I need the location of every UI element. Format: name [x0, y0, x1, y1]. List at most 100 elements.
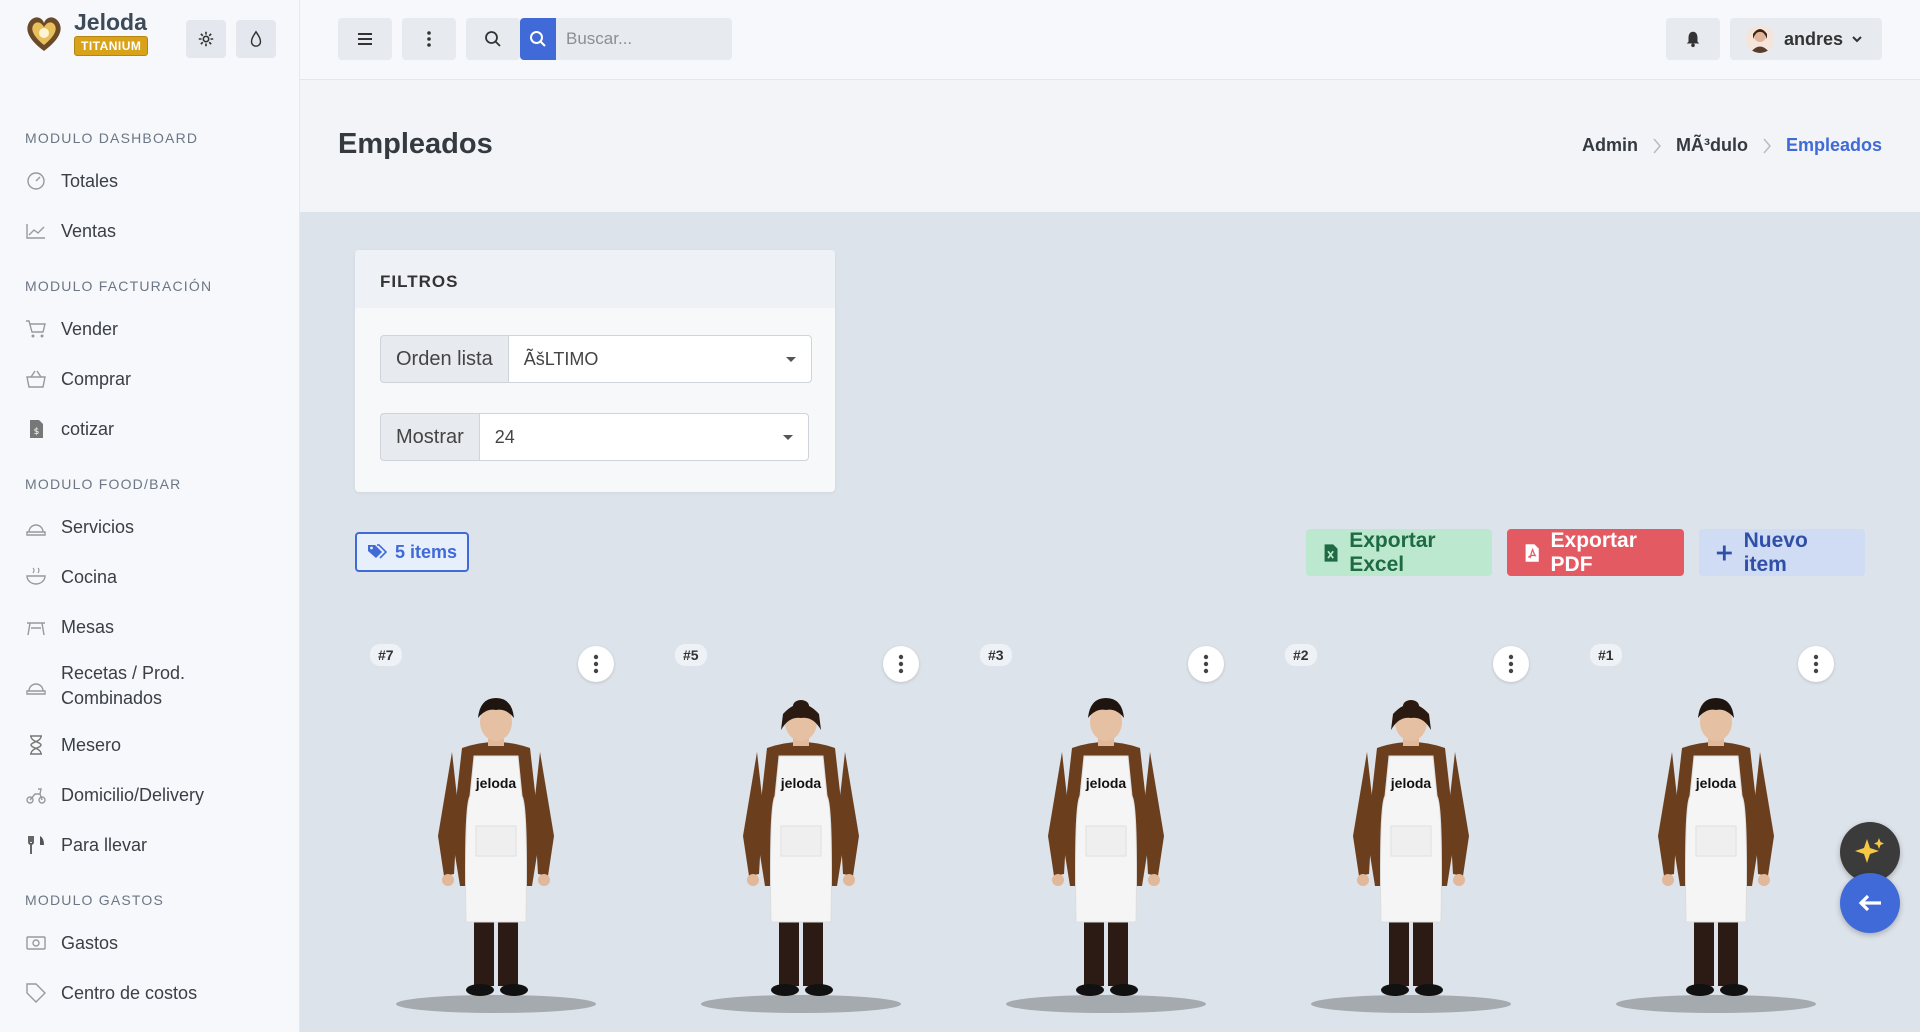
search-icon: [485, 31, 501, 47]
sidebar-item-ventas[interactable]: Ventas: [0, 206, 299, 256]
invoice-icon: $: [30, 420, 43, 438]
search-submit-button[interactable]: [520, 18, 556, 60]
svg-text:jeloda: jeloda: [1085, 775, 1127, 791]
notifications-button[interactable]: [1666, 18, 1720, 60]
employee-card[interactable]: #5 jeloda: [663, 636, 943, 1032]
chevron-down-icon: [1852, 36, 1862, 43]
card-options-button[interactable]: [578, 646, 614, 682]
sparkles-icon: [1855, 838, 1884, 863]
hamburger-icon: [358, 33, 372, 45]
employee-photo[interactable]: jeloda: [396, 686, 596, 1016]
employee-photo[interactable]: jeloda: [1616, 686, 1816, 1016]
sidebar-item-para-llevar[interactable]: Para llevar: [0, 820, 299, 870]
sidebar-item-centro-costos[interactable]: Centro de costos: [0, 968, 299, 1018]
employee-photo[interactable]: jeloda: [1006, 686, 1206, 1016]
utensils-icon: [28, 836, 44, 854]
employee-card[interactable]: #2 jeloda: [1273, 636, 1553, 1032]
section-gastos: MODULO GASTOS: [25, 892, 165, 908]
menu-toggle-button[interactable]: [338, 18, 392, 60]
export-pdf-label: Exportar PDF: [1550, 528, 1637, 576]
export-excel-button[interactable]: Exportar Excel: [1306, 529, 1492, 576]
sidebar-item-vender[interactable]: Vender: [0, 304, 299, 354]
gauge-icon: [27, 172, 45, 190]
service-icon: [26, 524, 46, 536]
sidebar-item-domicilio[interactable]: Domicilio/Delivery: [0, 770, 299, 820]
arrow-left-icon: [1858, 894, 1881, 912]
search-icon: [530, 31, 546, 47]
table-icon: [27, 622, 45, 636]
breadcrumb: Admin MÃ³dulo Empleados: [1582, 135, 1882, 156]
section-dashboard: MODULO DASHBOARD: [25, 130, 199, 146]
show-select[interactable]: 24: [478, 413, 809, 461]
card-options-button[interactable]: [883, 646, 919, 682]
sidebar-item-totales[interactable]: Totales: [0, 156, 299, 206]
svg-text:jeloda: jeloda: [1695, 775, 1737, 791]
back-button[interactable]: [1840, 873, 1900, 933]
employee-id: #7: [370, 644, 402, 666]
sidebar-item-gastos[interactable]: Gastos: [0, 918, 299, 968]
search-input[interactable]: [556, 18, 732, 60]
sidebar-item-comprar[interactable]: Comprar: [0, 354, 299, 404]
search-toggle-button[interactable]: [466, 18, 520, 60]
sidebar-item-label: Gastos: [61, 932, 119, 953]
bowl-icon: [26, 567, 46, 585]
chevron-right-icon: [1763, 138, 1771, 153]
topbar: andres: [300, 0, 1920, 80]
search-box: [520, 18, 732, 60]
theme-button[interactable]: [236, 20, 276, 58]
sidebar-item-label: Servicios: [61, 516, 135, 537]
card-options-button[interactable]: [1798, 646, 1834, 682]
employee-id: #1: [1590, 644, 1622, 666]
user-menu-button[interactable]: andres: [1730, 18, 1882, 60]
employee-photo[interactable]: jeloda: [701, 686, 901, 1016]
filters-title: FILTROS: [355, 250, 835, 308]
user-avatar-icon: [1746, 25, 1774, 53]
sidebar-nav: MODULO DASHBOARD Totales Ventas MODULO F…: [0, 130, 299, 1018]
file-pdf-icon: [1525, 543, 1539, 562]
sidebar-item-cocina[interactable]: Cocina: [0, 552, 299, 602]
sidebar-item-servicios[interactable]: Servicios: [0, 502, 299, 552]
card-options-button[interactable]: [1493, 646, 1529, 682]
more-options-button[interactable]: [402, 18, 456, 60]
employee-card[interactable]: #3 jeloda: [968, 636, 1248, 1032]
sidebar-item-mesas[interactable]: Mesas: [0, 602, 299, 652]
sidebar-item-label: Ventas: [61, 220, 117, 241]
chart-line-icon: [26, 224, 45, 239]
bell-icon: [1686, 31, 1700, 48]
sidebar-item-label: cotizar: [61, 418, 115, 439]
card-options-button[interactable]: [1188, 646, 1224, 682]
employee-photo[interactable]: jeloda: [1311, 686, 1511, 1016]
page-title: Empleados: [338, 128, 493, 160]
vertical-dots-icon: [427, 31, 431, 47]
svg-text:jeloda: jeloda: [780, 775, 822, 791]
vertical-dots-icon: [1203, 654, 1209, 674]
caret-down-icon: [785, 356, 796, 362]
order-filter: Orden lista ÃšLTIMO: [380, 335, 812, 383]
settings-button[interactable]: [186, 20, 226, 58]
new-item-button[interactable]: Nuevo item: [1699, 529, 1865, 576]
sidebar-item-recetas[interactable]: Recetas / Prod. Combinados: [0, 652, 299, 720]
items-count-label: 5 items: [395, 541, 458, 562]
sidebar-item-label: Totales: [61, 170, 119, 191]
plus-icon: [1716, 545, 1732, 560]
gear-icon: [198, 31, 214, 47]
order-select[interactable]: ÃšLTIMO: [507, 335, 812, 383]
export-pdf-button[interactable]: Exportar PDF: [1507, 529, 1684, 576]
breadcrumb-modulo[interactable]: MÃ³dulo: [1676, 135, 1748, 156]
section-facturacion: MODULO FACTURACIÓN: [25, 278, 213, 294]
vertical-dots-icon: [898, 654, 904, 674]
items-count-badge: 5 items: [355, 532, 470, 572]
breadcrumb-admin[interactable]: Admin: [1582, 135, 1638, 156]
employee-card[interactable]: #7 jeloda: [358, 636, 638, 1032]
order-label: Orden lista: [380, 335, 508, 383]
sidebar-item-label: Mesas: [61, 616, 115, 637]
sidebar-item-label: Cocina: [61, 566, 118, 587]
brand[interactable]: Jeloda TITANIUM: [22, 10, 149, 56]
sidebar-item-mesero[interactable]: Mesero: [0, 720, 299, 770]
sidebar-item-cotizar[interactable]: $ cotizar: [0, 404, 299, 454]
file-excel-icon: [1324, 543, 1338, 562]
vertical-dots-icon: [593, 654, 599, 674]
new-item-label: Nuevo item: [1743, 528, 1808, 576]
employee-card[interactable]: #1 jeloda: [1578, 636, 1858, 1032]
employee-id: #2: [1285, 644, 1317, 666]
